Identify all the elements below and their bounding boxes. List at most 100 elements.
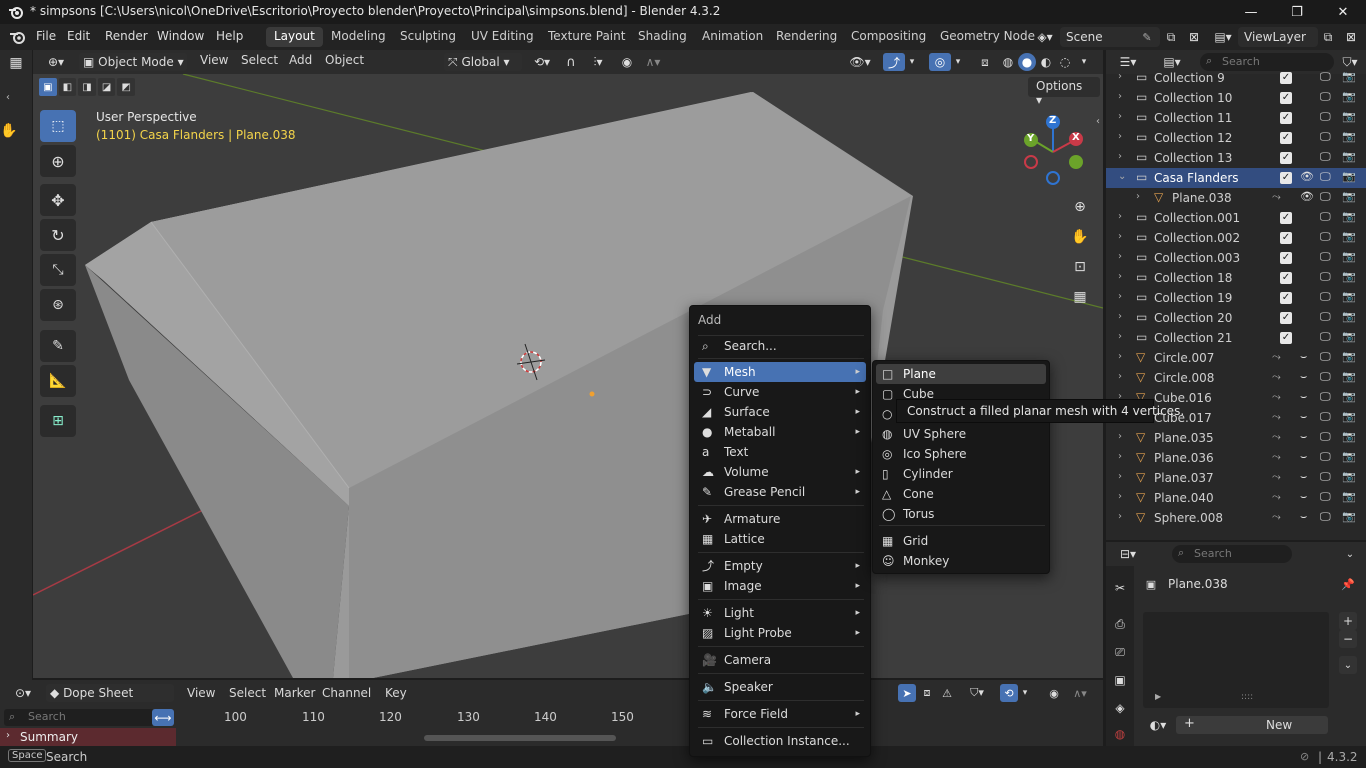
render-tab-icon[interactable]: ⎙ xyxy=(1112,616,1128,632)
snap-dropdown-icon[interactable]: ▾ xyxy=(1018,684,1032,702)
only-errors-icon[interactable]: ⚠ xyxy=(938,684,956,702)
new-material-button[interactable]: + New xyxy=(1176,716,1328,734)
render-camera-icon[interactable]: 📷 xyxy=(1342,410,1356,423)
tool-tab-icon[interactable]: ✂ xyxy=(1112,580,1128,596)
visibility-eye-icon[interactable]: ⌣ xyxy=(1300,490,1307,504)
mesh-item-grid[interactable]: ▦ Grid xyxy=(876,531,1046,551)
editor-type-icon[interactable]: ▦ xyxy=(6,54,26,72)
material-slots-list[interactable]: ▶ :::: xyxy=(1143,612,1329,708)
channel-search-field[interactable]: ⌕ Search xyxy=(4,709,154,726)
chevron-right-icon[interactable]: › xyxy=(1118,511,1122,522)
dope-sheet-mode-dropdown[interactable]: ◆ Dope Sheet xyxy=(46,684,174,702)
proportional-falloff-icon[interactable]: ∧▾ xyxy=(1065,684,1095,702)
mesh-item-ico-sphere[interactable]: ◎ Ico Sphere xyxy=(876,444,1046,464)
pin-icon[interactable]: 📌 xyxy=(1340,576,1356,592)
outliner-row[interactable]: › ▭ Collection 19 ✓ 🖵 📷 xyxy=(1106,288,1366,308)
render-camera-icon[interactable]: 📷 xyxy=(1342,70,1356,83)
cursor-tool-button[interactable]: ⊕ xyxy=(40,145,76,177)
render-camera-icon[interactable]: 📷 xyxy=(1342,490,1356,503)
render-camera-icon[interactable]: 📷 xyxy=(1342,110,1356,123)
outliner-row[interactable]: › ▽ Plane.038 ⤳ 👁 🖵 📷 xyxy=(1106,188,1366,208)
visibility-eye-icon[interactable]: ⌣ xyxy=(1300,410,1307,424)
minimize-button[interactable]: — xyxy=(1228,0,1274,24)
chevron-right-icon[interactable]: › xyxy=(6,730,10,741)
timeline-menu-key[interactable]: Key xyxy=(385,686,407,704)
annotate-tool-button[interactable]: ✎ xyxy=(40,330,76,362)
chevron-right-icon[interactable]: › xyxy=(1118,251,1122,262)
visibility-eye-icon[interactable]: ⌣ xyxy=(1300,510,1307,524)
render-camera-icon[interactable]: 📷 xyxy=(1342,350,1356,363)
render-camera-icon[interactable]: 📷 xyxy=(1342,470,1356,483)
outliner-row[interactable]: › ▭ Collection 11 ✓ 🖵 📷 xyxy=(1106,108,1366,128)
menu-help[interactable]: Help xyxy=(216,29,243,43)
exclude-checkbox[interactable]: ✓ xyxy=(1280,152,1292,164)
scene-icon[interactable]: ◈▾ xyxy=(1034,29,1056,45)
viewport-menu-view[interactable]: View xyxy=(200,53,228,71)
rendered-shading-icon[interactable]: ◌ xyxy=(1056,53,1074,71)
menu-window[interactable]: Window xyxy=(157,29,204,43)
render-camera-icon[interactable]: 📷 xyxy=(1342,430,1356,443)
exclude-checkbox[interactable]: ✓ xyxy=(1280,252,1292,264)
chevron-right-icon[interactable]: › xyxy=(1118,311,1122,322)
proportional-edit-icon[interactable]: ◉ xyxy=(618,53,636,71)
add-menu-item-image[interactable]: ▣ Image ▸ xyxy=(694,576,866,596)
chevron-right-icon[interactable]: › xyxy=(1118,371,1122,382)
render-camera-icon[interactable]: 📷 xyxy=(1342,270,1356,283)
chevron-right-icon[interactable]: › xyxy=(1118,351,1122,362)
list-expand-icon[interactable]: ▶ xyxy=(1155,692,1161,701)
viewport-disable-icon[interactable]: 🖵 xyxy=(1320,150,1331,164)
select-extend-icon[interactable]: ◧ xyxy=(58,78,77,96)
mesh-item-monkey[interactable]: ☺ Monkey xyxy=(876,551,1046,571)
show-hidden-icon[interactable]: ⧈ xyxy=(918,684,936,702)
scale-tool-button[interactable]: ⤡ xyxy=(40,254,76,286)
xray-icon[interactable]: ⧈ xyxy=(975,53,995,71)
falloff-icon[interactable]: ∧▾ xyxy=(638,53,668,71)
gizmo-toggle-icon[interactable]: ⤴ xyxy=(883,53,905,71)
render-camera-icon[interactable]: 📷 xyxy=(1342,330,1356,343)
close-button[interactable]: ✕ xyxy=(1320,0,1366,24)
render-camera-icon[interactable]: 📷 xyxy=(1342,190,1356,203)
viewport-disable-icon[interactable]: 🖵 xyxy=(1320,210,1331,224)
visibility-eye-icon[interactable]: ⌣ xyxy=(1300,350,1307,364)
tab-texture-paint[interactable]: Texture Paint xyxy=(540,27,633,47)
swap-icon[interactable]: ⟷ xyxy=(152,709,174,726)
only-selected-icon[interactable]: ➤ xyxy=(898,684,916,702)
gizmo-dropdown-icon[interactable]: ▾ xyxy=(905,53,919,71)
outliner-row[interactable]: › ▭ Collection 20 ✓ 🖵 📷 xyxy=(1106,308,1366,328)
add-menu-item-curve[interactable]: ⊃ Curve ▸ xyxy=(694,382,866,402)
exclude-checkbox[interactable]: ✓ xyxy=(1280,92,1292,104)
add-menu-item-metaball[interactable]: ● Metaball ▸ xyxy=(694,422,866,442)
delete-view-layer-icon[interactable]: ⊠ xyxy=(1343,29,1359,45)
chevron-down-icon[interactable]: ⌄ xyxy=(1118,171,1126,182)
pin-icon[interactable]: ✎ xyxy=(1140,30,1154,44)
transform-tool-button[interactable]: ⊛ xyxy=(40,289,76,321)
menu-render[interactable]: Render xyxy=(105,29,148,43)
outliner-row[interactable]: › ▭ Collection 10 ✓ 🖵 📷 xyxy=(1106,88,1366,108)
viewport-menu-object[interactable]: Object xyxy=(325,53,364,71)
menu-edit[interactable]: Edit xyxy=(67,29,90,43)
chevron-right-icon[interactable]: › xyxy=(1118,291,1122,302)
overlay-toggle-icon[interactable]: ◎ xyxy=(929,53,951,71)
render-camera-icon[interactable]: 📷 xyxy=(1342,510,1356,523)
snap-target-icon[interactable]: ⫶▾ xyxy=(583,53,613,71)
new-scene-icon[interactable]: ⧉ xyxy=(1163,29,1179,45)
viewport-disable-icon[interactable]: 🖵 xyxy=(1320,510,1331,524)
material-shading-icon[interactable]: ◐ xyxy=(1037,53,1055,71)
visibility-eye-icon[interactable]: ⌣ xyxy=(1300,430,1307,444)
outliner-row[interactable]: › ▭ Collection.002 ✓ 🖵 📷 xyxy=(1106,228,1366,248)
proportional-icon[interactable]: ◉ xyxy=(1045,684,1063,702)
zoom-icon[interactable]: ⊕ xyxy=(1068,195,1092,219)
viewport-disable-icon[interactable]: 🖵 xyxy=(1320,230,1331,244)
render-camera-icon[interactable]: 📷 xyxy=(1342,170,1356,183)
visibility-eye-icon[interactable]: ⌣ xyxy=(1300,370,1307,384)
tab-sculpting[interactable]: Sculpting xyxy=(392,27,464,47)
viewport-disable-icon[interactable]: 🖵 xyxy=(1320,410,1331,424)
timeline-editor-icon[interactable]: ⊙▾ xyxy=(8,684,38,702)
viewport-disable-icon[interactable]: 🖵 xyxy=(1320,430,1331,444)
add-menu-item-mesh[interactable]: ▼ Mesh ▸ xyxy=(694,362,866,382)
timeline-menu-view[interactable]: View xyxy=(187,686,215,704)
hand-icon[interactable]: ✋ xyxy=(0,122,18,140)
viewport-disable-icon[interactable]: 🖵 xyxy=(1320,350,1331,364)
visibility-eye-icon[interactable]: 👁 xyxy=(1300,170,1314,183)
remove-slot-button[interactable]: − xyxy=(1339,630,1357,648)
